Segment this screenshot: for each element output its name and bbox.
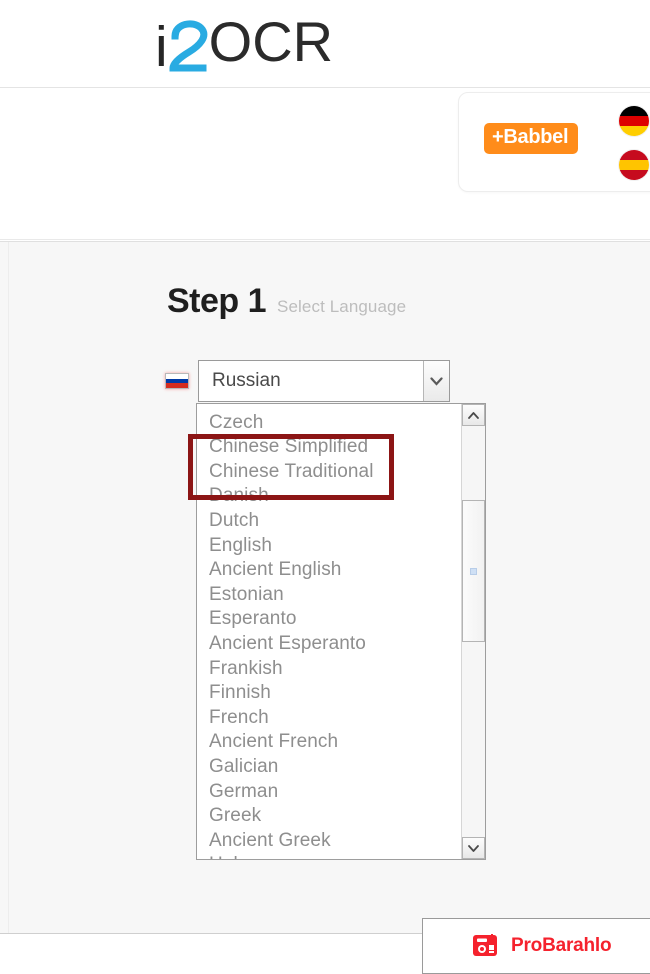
language-select-input[interactable]: Russian: [198, 360, 450, 402]
step-subtitle: Select Language: [277, 297, 407, 316]
chevron-down-icon[interactable]: [423, 361, 449, 401]
language-option[interactable]: Czech: [197, 411, 459, 436]
language-option[interactable]: Ancient French: [197, 730, 459, 755]
language-option[interactable]: Hebrew: [197, 853, 459, 859]
babbel-ad-card[interactable]: +Babbel: [458, 92, 650, 192]
scrollbar-grip-icon: [470, 567, 477, 575]
language-select-value: Russian: [212, 370, 281, 391]
language-option[interactable]: French: [197, 706, 459, 731]
language-option[interactable]: Chinese Traditional: [197, 460, 459, 485]
spanish-flag-icon: [618, 149, 650, 181]
language-option[interactable]: Finnish: [197, 681, 459, 706]
scroll-up-arrow-icon[interactable]: [462, 404, 485, 426]
probarahlo-watermark: ProBarahlo: [422, 918, 650, 974]
language-option[interactable]: Estonian: [197, 583, 459, 608]
language-option[interactable]: Chinese Simplified: [197, 435, 459, 460]
camera-icon: [471, 930, 499, 963]
language-option-list[interactable]: CroatianCzechChinese SimplifiedChinese T…: [196, 403, 486, 860]
watermark-label: ProBarahlo: [511, 935, 612, 956]
language-option[interactable]: Greek: [197, 804, 459, 829]
language-option[interactable]: Esperanto: [197, 607, 459, 632]
language-option[interactable]: Galician: [197, 755, 459, 780]
logo-text-ocr: OCR: [208, 10, 334, 73]
language-option[interactable]: Ancient English: [197, 558, 459, 583]
language-option[interactable]: Danish: [197, 484, 459, 509]
i2ocr-logo[interactable]: i OCR: [155, 8, 333, 78]
language-option[interactable]: Frankish: [197, 657, 459, 682]
scroll-down-arrow-icon[interactable]: [462, 837, 485, 859]
scrollbar-thumb[interactable]: [462, 500, 485, 642]
babbel-logo: +Babbel: [484, 123, 579, 154]
german-flag-icon: [618, 105, 650, 137]
language-option[interactable]: Croatian: [197, 404, 459, 411]
listbox-scrollbar[interactable]: [461, 404, 485, 859]
step-heading: Step 1 Select Language: [167, 282, 406, 321]
language-option[interactable]: Dutch: [197, 509, 459, 534]
option-items-container: CroatianCzechChinese SimplifiedChinese T…: [197, 404, 459, 859]
language-option[interactable]: German: [197, 780, 459, 805]
page-root: i OCR +Babbel Step 1 Select Language Rus…: [0, 0, 650, 974]
language-option[interactable]: Ancient Greek: [197, 829, 459, 854]
step-title: Step 1: [167, 282, 267, 320]
language-option[interactable]: Ancient Esperanto: [197, 632, 459, 657]
logo-digit-two-icon: [163, 16, 221, 78]
advertisement-band: +Babbel: [0, 88, 650, 240]
language-option[interactable]: English: [197, 534, 459, 559]
site-header: i OCR: [0, 0, 650, 88]
russian-flag-icon: [165, 373, 189, 389]
bottom-strip: [0, 933, 422, 974]
